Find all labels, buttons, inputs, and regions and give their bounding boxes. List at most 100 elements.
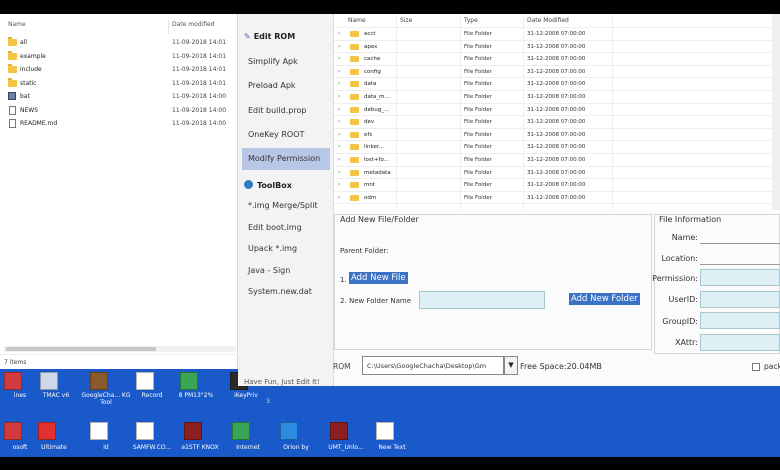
sidebar-item[interactable]: Edit build.prop xyxy=(242,100,330,122)
table-row[interactable]: › metadata File Folder 31-12-2008 07:00:00 xyxy=(334,167,780,180)
item-name: bat xyxy=(20,93,30,100)
column-name[interactable]: Name xyxy=(8,21,26,28)
list-item[interactable]: example 11-09-2018 14:01 xyxy=(0,50,238,63)
permission-input[interactable] xyxy=(700,269,780,286)
table-row[interactable]: › lost+fo... File Folder 31-12-2008 07:00:0… xyxy=(334,154,780,167)
desktop-shortcut[interactable]: 8 PM13°2% xyxy=(176,372,216,406)
sidebar-item[interactable]: Simplify Apk xyxy=(242,51,330,73)
xattr-input[interactable] xyxy=(700,334,780,351)
table-row[interactable]: › odm File Folder 31-12-2008 07:00:00 xyxy=(334,192,780,205)
folder-type: File Folder xyxy=(464,56,492,63)
table-row[interactable]: › acct File Folder 31-12-2008 07:00:00 xyxy=(334,28,780,41)
new-folder-name-input[interactable] xyxy=(419,291,545,309)
chevron-right-icon[interactable]: › xyxy=(338,131,340,138)
list-item[interactable]: include 11-09-2018 14:01 xyxy=(0,63,238,76)
toolbox-item-label: *.img Merge/Split xyxy=(248,201,318,210)
chevron-down-icon[interactable]: ▼ xyxy=(504,356,518,375)
table-row[interactable]: › data_m... File Folder 31-12-2008 07:00:00 xyxy=(334,91,780,104)
batch-file-icon xyxy=(8,92,16,100)
chevron-right-icon[interactable]: › xyxy=(338,43,340,50)
chevron-right-icon[interactable]: › xyxy=(338,55,340,62)
desktop-shortcut[interactable]: ines xyxy=(0,372,40,406)
list-item[interactable]: bat 11-09-2018 14:00 xyxy=(0,90,238,103)
file-information-title: File Information xyxy=(657,215,724,224)
chevron-right-icon[interactable]: › xyxy=(338,194,340,201)
desktop-shortcut[interactable]: New Text xyxy=(372,422,412,456)
desktop-shortcut[interactable]: a1STF KNOX xyxy=(180,422,220,456)
desktop-shortcut[interactable]: UMT_Unlo... xyxy=(326,422,366,456)
toolbox-item[interactable]: Java - Sign xyxy=(242,260,330,282)
col-date[interactable]: Date Modified xyxy=(527,17,569,24)
parent-folder-label: Parent Folder: xyxy=(340,247,389,255)
chevron-right-icon[interactable]: › xyxy=(338,30,340,37)
name-field[interactable] xyxy=(700,243,780,244)
folder-icon xyxy=(350,157,359,163)
list-item[interactable]: static 11-09-2018 14:01 xyxy=(0,77,238,90)
folder-type: File Folder xyxy=(464,144,492,151)
sidebar-item[interactable]: OneKey ROOT xyxy=(242,124,330,146)
table-row[interactable]: › cache File Folder 31-12-2008 07:00:00 xyxy=(334,53,780,66)
desktop-shortcut[interactable]: Internet xyxy=(228,422,268,456)
desktop-shortcut[interactable]: Orion by xyxy=(276,422,316,456)
groupid-input[interactable] xyxy=(700,312,780,329)
col-name[interactable]: Name xyxy=(348,17,366,24)
table-row[interactable]: › config File Folder 31-12-2008 07:00:00 xyxy=(334,66,780,79)
toolbox-item[interactable]: System.new.dat xyxy=(242,281,330,303)
desktop-shortcut[interactable]: Record xyxy=(132,372,172,406)
desktop-shortcut[interactable]: GoogleCha... KG Tool xyxy=(81,372,131,406)
vertical-scrollbar[interactable] xyxy=(772,14,780,210)
add-new-file-button[interactable]: Add New File xyxy=(349,272,408,284)
table-row[interactable]: › linker... File Folder 31-12-2008 07:00:00 xyxy=(334,141,780,154)
table-row[interactable]: › dev File Folder 31-12-2008 07:00:00 xyxy=(334,116,780,129)
chevron-right-icon[interactable]: › xyxy=(338,106,340,113)
toolbox-item[interactable]: Edit boot.img xyxy=(242,217,330,239)
desktop-shortcut[interactable]: TMAC v6 xyxy=(36,372,76,406)
rom-path-select[interactable]: C:\Users\GoogleChacha\Desktop\Gm xyxy=(362,356,504,375)
userid-input[interactable] xyxy=(700,291,780,308)
item-date: 11-09-2018 14:00 xyxy=(172,93,227,100)
edit-rom-heading: ✎ Edit ROM xyxy=(244,32,296,41)
desktop-shortcut[interactable]: Ultimate xyxy=(34,422,74,456)
userid-label: UserID: xyxy=(668,295,698,304)
folder-icon xyxy=(350,144,359,151)
list-item[interactable]: all 11-09-2018 14:01 xyxy=(0,36,238,49)
folder-date: 31-12-2008 07:00:00 xyxy=(527,106,586,113)
sidebar-item[interactable]: Modify Permission xyxy=(242,148,330,171)
col-type[interactable]: Type xyxy=(464,17,478,24)
list-item[interactable]: README.md 11-09-2018 14:00 xyxy=(0,117,238,130)
shortcut-label: Ultimate xyxy=(41,444,67,451)
table-row[interactable]: › efs File Folder 31-12-2008 07:00:00 xyxy=(334,129,780,142)
table-row[interactable]: › apex File Folder 31-12-2008 07:00:00 xyxy=(334,41,780,54)
folder-date: 31-12-2008 07:00:00 xyxy=(527,56,586,63)
table-row[interactable]: › debug_... File Folder 31-12-2008 07:00:00 xyxy=(334,104,780,117)
sidebar-item[interactable]: Preload Apk xyxy=(242,75,330,97)
folder-date: 31-12-2008 07:00:00 xyxy=(527,43,586,50)
chevron-right-icon[interactable]: › xyxy=(338,118,340,125)
pack-checkbox[interactable] xyxy=(752,363,760,371)
col-size[interactable]: Size xyxy=(400,17,412,24)
horizontal-scrollbar[interactable] xyxy=(4,346,236,352)
chevron-right-icon[interactable]: › xyxy=(338,143,340,150)
location-field[interactable] xyxy=(700,264,780,265)
folder-type: File Folder xyxy=(464,43,492,50)
list-item[interactable]: NEWS 11-09-2018 14:00 xyxy=(0,104,238,117)
chevron-right-icon[interactable]: › xyxy=(338,80,340,87)
column-date-modified[interactable]: Date modified xyxy=(172,21,215,28)
folder-icon xyxy=(350,68,359,75)
column-separator[interactable] xyxy=(168,20,169,34)
table-row[interactable]: › data File Folder 31-12-2008 07:00:00 xyxy=(334,78,780,91)
toolbox-item[interactable]: Upack *.img xyxy=(242,238,330,260)
add-new-folder-button[interactable]: Add New Folder xyxy=(569,293,640,305)
desktop-shortcut[interactable]: ld xyxy=(86,422,126,456)
folder-icon xyxy=(350,81,359,88)
chevron-right-icon[interactable]: › xyxy=(338,169,340,176)
toolbox-item[interactable]: *.img Merge/Split xyxy=(242,195,330,217)
chevron-right-icon[interactable]: › xyxy=(338,181,340,188)
chevron-right-icon[interactable]: › xyxy=(338,68,340,75)
chevron-right-icon[interactable]: › xyxy=(338,93,340,100)
chevron-right-icon[interactable]: › xyxy=(338,156,340,163)
table-row[interactable]: › mnt File Folder 31-12-2008 07:00:00 xyxy=(334,179,780,192)
desktop-shortcut[interactable]: SAMFW.CO... xyxy=(132,422,172,456)
folder-type: File Folder xyxy=(464,194,492,201)
folder-name: metadata xyxy=(364,169,391,176)
